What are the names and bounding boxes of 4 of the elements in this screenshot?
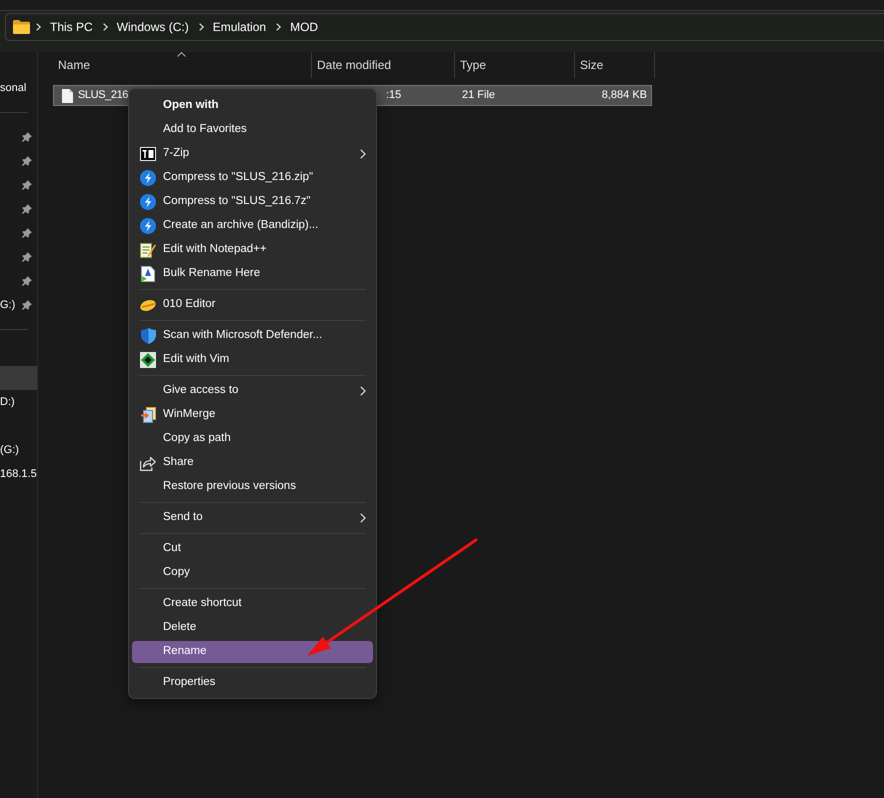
date-modified: :15 xyxy=(386,88,402,104)
file-name: SLUS_216 xyxy=(78,88,128,104)
file-type: 21 File xyxy=(462,88,496,104)
file-size: 8,884 KB xyxy=(602,88,647,104)
